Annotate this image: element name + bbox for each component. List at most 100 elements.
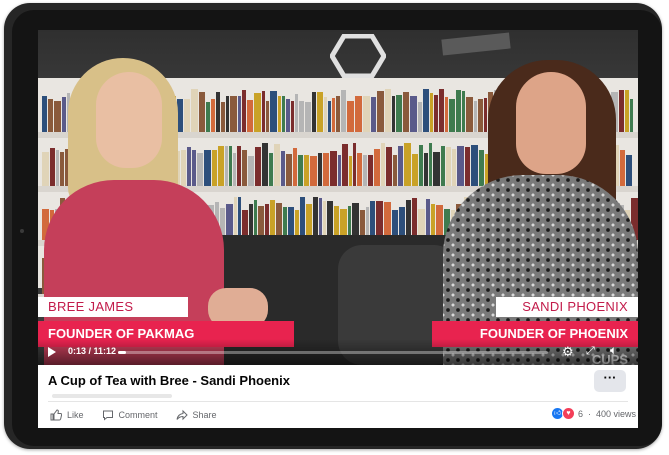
book-spine [398,146,403,186]
book-spine [452,149,456,186]
book-spine [418,102,422,132]
like-icon [50,409,62,421]
book-spine [381,143,385,186]
book-spine [424,153,428,186]
view-count: 400 views [596,408,637,419]
book-spine [42,96,47,132]
book-spine [184,99,190,132]
play-icon[interactable] [48,347,56,357]
book-spine [363,155,367,186]
book-spine [269,153,273,186]
book-spine [50,148,55,186]
book-spine [48,99,53,132]
book-spine [462,91,465,132]
book-spine [449,99,455,132]
book-spine [620,150,625,186]
progress-bar[interactable] [118,351,548,354]
book-spine [197,153,203,186]
book-spine [406,200,411,240]
share-button[interactable]: Share [176,409,217,421]
book-spine [403,92,409,132]
action-bar: Like Comment Share [50,406,217,424]
book-spine [242,90,246,132]
book-spine [211,99,215,132]
book-spine [626,155,632,186]
book-spine [419,145,423,186]
book-spine [295,94,298,132]
book-spine [439,89,444,132]
comment-button[interactable]: Comment [102,409,158,421]
book-spine [270,91,277,132]
gear-icon[interactable]: ⚙ [562,345,574,358]
like-button[interactable]: Like [50,409,84,421]
comment-icon [102,410,113,421]
book-spine [342,144,348,186]
book-spine [412,198,417,240]
book-spine [319,198,322,240]
book-spine [254,93,261,132]
share-label: Share [192,410,217,420]
book-spine [430,93,433,132]
book-spine [355,96,362,132]
video-controls: 0:13 / 11:12 ⚙ ⤢ 🔈︎ [38,339,638,365]
book-spine [371,97,376,132]
book-spine [313,197,318,240]
book-spine [433,152,440,186]
book-spine [619,90,624,132]
book-spine [426,199,430,240]
book-spine [266,101,269,132]
book-spine [299,101,304,132]
love-reaction-icon: ♥ [562,407,575,420]
book-spine [229,146,232,186]
book-spine [298,155,303,186]
book-spine [304,155,309,186]
book-spine [192,150,196,186]
book-spine [54,101,61,132]
book-spine [479,150,484,186]
book-spine [336,96,340,132]
subtitle-placeholder [52,394,172,398]
book-spine [274,144,280,186]
book-spine [204,150,211,186]
volume-icon[interactable]: 🔈︎ [610,344,617,357]
book-spine [392,96,395,132]
book-spine [255,147,261,186]
book-spine [282,96,285,132]
book-spine [338,155,341,186]
book-spine [423,89,429,132]
video-title[interactable]: A Cup of Tea with Bree - Sandi Phoenix [48,373,290,388]
book-spine [56,150,59,186]
book-spine [237,146,241,186]
book-spine [441,146,445,186]
book-spine [347,101,354,132]
book-spine [225,146,228,186]
video-player[interactable]: BREE JAMES FOUNDER OF PAKMAG SANDI PHOEN… [38,30,638,365]
book-spine [393,155,397,186]
progress-fill [118,351,127,354]
book-spine [270,200,275,240]
book-spine [357,153,362,186]
book-spine [349,156,352,186]
expand-icon[interactable]: ⤢ [586,345,595,358]
book-spine [363,96,370,132]
book-spine [324,97,327,132]
book-spine [332,98,335,132]
book-spine [456,90,461,132]
reaction-summary[interactable]: 👍︎ ♥ 6 · 400 views [552,407,636,420]
book-spine [293,148,297,186]
book-spine [323,153,329,186]
book-spine [471,145,478,186]
separator-dot: · [588,408,592,419]
book-spine [286,99,290,132]
more-options-button[interactable]: ··· [594,370,626,392]
right-guest-name: SANDI PHOENIX [496,297,638,317]
book-spine [181,150,186,186]
book-spine [474,101,477,132]
divider [48,401,628,402]
book-spine [368,155,373,186]
book-spine [238,197,241,240]
book-spine [466,97,473,132]
book-spine [248,156,254,186]
book-spine [62,97,66,132]
book-spine [247,100,253,132]
